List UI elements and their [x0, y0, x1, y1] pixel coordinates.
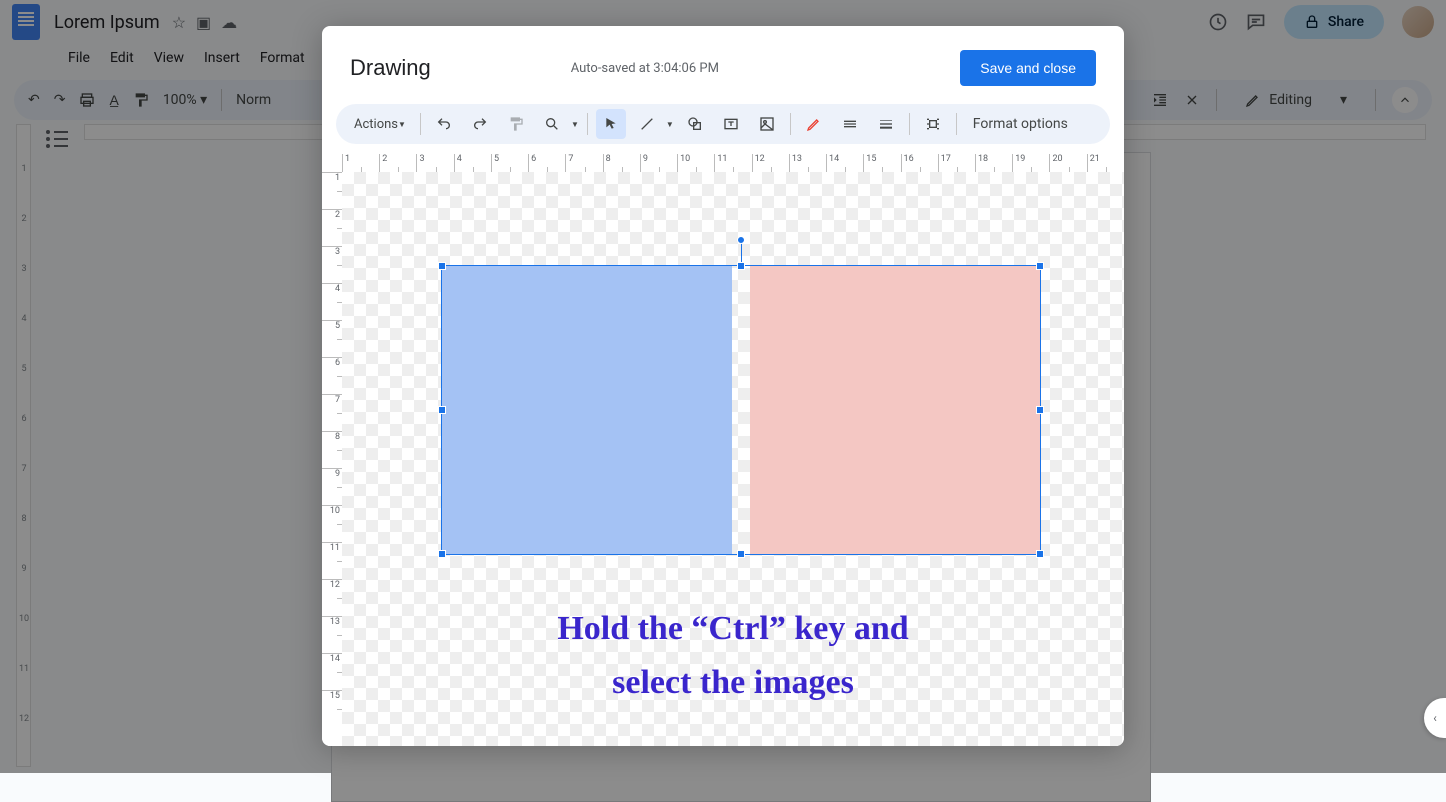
border-weight-icon[interactable]	[871, 109, 901, 139]
format-options-button[interactable]: Format options	[965, 116, 1076, 132]
select-tool-icon[interactable]	[596, 109, 626, 139]
modal-overlay: Drawing Auto-saved at 3:04:06 PM Save an…	[0, 0, 1446, 773]
save-and-close-button[interactable]: Save and close	[960, 50, 1096, 86]
modal-title: Drawing	[350, 55, 431, 81]
resize-handle-bm[interactable]	[737, 550, 745, 558]
shape-tool-icon[interactable]	[680, 109, 710, 139]
autosave-status: Auto-saved at 3:04:06 PM	[571, 61, 719, 76]
redo-icon[interactable]	[465, 109, 495, 139]
line-dropdown-icon[interactable]: ▼	[666, 120, 674, 129]
undo-icon[interactable]	[429, 109, 459, 139]
line-tool-icon[interactable]	[632, 109, 662, 139]
paint-format-icon	[501, 109, 531, 139]
canvas-wrap: 123456789101112131415161718192021 123456…	[322, 154, 1124, 746]
textbox-tool-icon[interactable]	[716, 109, 746, 139]
selection-box[interactable]	[441, 265, 1041, 555]
wrap-text-icon[interactable]	[918, 109, 948, 139]
drawing-toolbar: Actions▼ ▼ ▼ Format options	[336, 104, 1110, 144]
resize-handle-bl[interactable]	[438, 550, 446, 558]
resize-handle-mr[interactable]	[1036, 406, 1044, 414]
resize-handle-br[interactable]	[1036, 550, 1044, 558]
border-color-icon[interactable]	[835, 109, 865, 139]
resize-handle-ml[interactable]	[438, 406, 446, 414]
vertical-ruler: 123456789101112131415	[322, 172, 342, 746]
horizontal-ruler: 123456789101112131415161718192021	[342, 154, 1124, 172]
drawing-canvas[interactable]: Hold the “Ctrl” key and select the image…	[342, 172, 1124, 746]
resize-handle-tl[interactable]	[438, 262, 446, 270]
annotation-text: Hold the “Ctrl” key and select the image…	[342, 602, 1124, 711]
rotation-handle[interactable]	[737, 236, 745, 244]
actions-menu[interactable]: Actions▼	[348, 113, 412, 136]
zoom-dropdown-icon[interactable]: ▼	[571, 120, 579, 129]
image-tool-icon[interactable]	[752, 109, 782, 139]
fill-color-icon[interactable]	[799, 109, 829, 139]
resize-handle-tr[interactable]	[1036, 262, 1044, 270]
resize-handle-tm[interactable]	[737, 262, 745, 270]
drawing-modal: Drawing Auto-saved at 3:04:06 PM Save an…	[322, 26, 1124, 746]
zoom-icon[interactable]	[537, 109, 567, 139]
